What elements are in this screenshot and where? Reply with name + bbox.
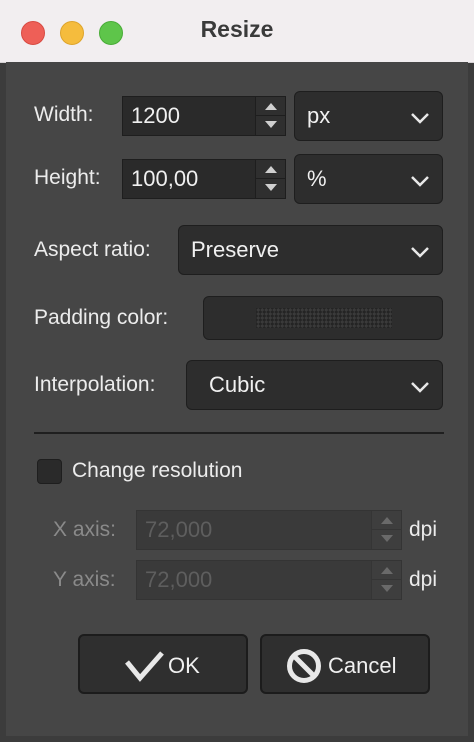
height-increment-button[interactable] bbox=[256, 160, 286, 179]
x-axis-stepper bbox=[371, 511, 402, 549]
width-unit-value: px bbox=[307, 103, 331, 128]
height-unit-select[interactable]: % bbox=[294, 154, 443, 204]
chevron-down-icon bbox=[411, 247, 429, 258]
aspect-ratio-label: Aspect ratio: bbox=[34, 238, 151, 261]
padding-color-label: Padding color: bbox=[34, 306, 169, 329]
arrow-up-icon bbox=[265, 103, 277, 110]
resize-dialog-body: Width: 1200 px Height: 100,00 % Aspect r… bbox=[6, 62, 468, 736]
y-axis-spinbox[interactable]: 72,000 bbox=[136, 560, 402, 600]
x-axis-unit: dpi bbox=[409, 518, 438, 541]
x-axis-increment-button[interactable] bbox=[372, 511, 402, 530]
x-axis-spinbox[interactable]: 72,000 bbox=[136, 510, 402, 550]
chevron-down-icon bbox=[411, 113, 429, 124]
width-value[interactable]: 1200 bbox=[131, 103, 180, 129]
cancel-button-label: Cancel bbox=[328, 653, 397, 678]
arrow-down-icon bbox=[265, 121, 277, 128]
x-axis-value[interactable]: 72,000 bbox=[145, 517, 212, 543]
chevron-down-icon bbox=[411, 382, 429, 393]
arrow-up-icon bbox=[381, 567, 393, 574]
width-spinbox[interactable]: 1200 bbox=[122, 96, 286, 136]
arrow-down-icon bbox=[381, 585, 393, 592]
interpolation-value: Cubic bbox=[209, 372, 266, 397]
cancel-button[interactable]: Cancel bbox=[260, 634, 430, 694]
window-title: Resize bbox=[200, 16, 274, 42]
height-decrement-button[interactable] bbox=[256, 179, 286, 198]
width-label: Width: bbox=[34, 103, 94, 126]
height-unit-value: % bbox=[307, 166, 327, 191]
x-axis-decrement-button[interactable] bbox=[372, 530, 402, 549]
title-bar: Resize bbox=[0, 0, 474, 63]
cancel-icon bbox=[287, 649, 321, 683]
ok-button[interactable]: OK bbox=[78, 634, 248, 694]
arrow-down-icon bbox=[381, 535, 393, 542]
change-resolution-checkbox[interactable] bbox=[37, 459, 62, 484]
height-spinbox[interactable]: 100,00 bbox=[122, 159, 286, 199]
y-axis-decrement-button[interactable] bbox=[372, 580, 402, 599]
width-increment-button[interactable] bbox=[256, 97, 286, 116]
arrow-down-icon bbox=[265, 184, 277, 191]
width-stepper bbox=[255, 97, 286, 135]
change-resolution-label[interactable]: Change resolution bbox=[72, 459, 242, 483]
separator bbox=[34, 432, 444, 434]
arrow-up-icon bbox=[265, 166, 277, 173]
chevron-down-icon bbox=[411, 176, 429, 187]
y-axis-increment-button[interactable] bbox=[372, 561, 402, 580]
padding-color-button[interactable] bbox=[203, 296, 443, 340]
y-axis-value[interactable]: 72,000 bbox=[145, 567, 212, 593]
color-swatch bbox=[256, 308, 392, 328]
height-label: Height: bbox=[34, 166, 101, 189]
interpolation-label: Interpolation: bbox=[34, 373, 156, 396]
interpolation-select[interactable]: Cubic bbox=[186, 360, 443, 410]
aspect-ratio-select[interactable]: Preserve bbox=[178, 225, 443, 275]
y-axis-stepper bbox=[371, 561, 402, 599]
x-axis-label: X axis: bbox=[53, 518, 117, 541]
arrow-up-icon bbox=[381, 517, 393, 524]
width-decrement-button[interactable] bbox=[256, 116, 286, 135]
height-value[interactable]: 100,00 bbox=[131, 166, 198, 192]
checkmark-icon bbox=[125, 651, 164, 682]
height-stepper bbox=[255, 160, 286, 198]
y-axis-unit: dpi bbox=[409, 568, 438, 591]
width-unit-select[interactable]: px bbox=[294, 91, 443, 141]
y-axis-label: Y axis: bbox=[53, 568, 116, 591]
aspect-ratio-value: Preserve bbox=[191, 237, 280, 262]
ok-button-label: OK bbox=[168, 653, 200, 678]
